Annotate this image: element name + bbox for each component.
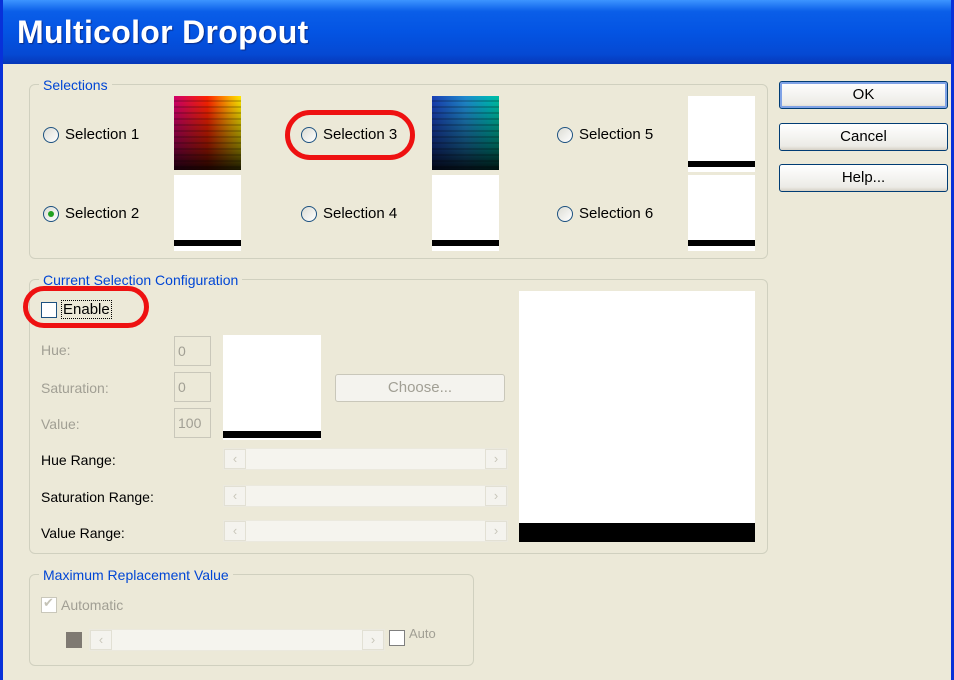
radio-indicator bbox=[301, 126, 317, 143]
enable-label: Enable bbox=[61, 300, 112, 319]
selection-6-radio[interactable]: Selection 6 bbox=[557, 205, 653, 222]
auto-label: Auto bbox=[409, 626, 436, 641]
hue-range-label: Hue Range: bbox=[41, 452, 116, 468]
current-selection-group-label: Current Selection Configuration bbox=[39, 272, 243, 288]
dialog-window: Multicolor Dropout OK Cancel Help... Sel… bbox=[0, 0, 954, 680]
radio-indicator bbox=[43, 126, 59, 143]
help-button[interactable]: Help... bbox=[779, 164, 948, 192]
selection-5-swatch bbox=[688, 96, 755, 172]
left-arrow-icon[interactable]: ‹ bbox=[224, 449, 246, 469]
auto-checkbox[interactable]: Auto bbox=[389, 626, 436, 646]
left-arrow-icon[interactable]: ‹ bbox=[224, 486, 246, 506]
ok-button[interactable]: OK bbox=[779, 81, 948, 109]
automatic-checkbox[interactable]: ✔ Automatic bbox=[41, 595, 124, 613]
hue-range-scrollbar[interactable]: ‹ › bbox=[223, 448, 508, 470]
selection-3-label: Selection 3 bbox=[323, 126, 398, 143]
range-preview bbox=[519, 291, 755, 542]
max-replacement-group bbox=[29, 574, 474, 666]
cancel-button[interactable]: Cancel bbox=[779, 123, 948, 151]
saturation-field[interactable]: 0 bbox=[174, 372, 211, 402]
selection-4-swatch bbox=[432, 175, 499, 251]
max-replacement-group-label: Maximum Replacement Value bbox=[39, 567, 233, 583]
value-field[interactable]: 100 bbox=[174, 408, 211, 438]
selection-4-label: Selection 4 bbox=[323, 205, 398, 222]
replacement-color-swatch bbox=[66, 632, 82, 648]
selection-3-radio[interactable]: Selection 3 bbox=[301, 126, 397, 143]
replacement-value-scrollbar[interactable]: ‹ › bbox=[89, 629, 385, 651]
right-arrow-icon[interactable]: › bbox=[362, 630, 384, 650]
hue-field[interactable]: 0 bbox=[174, 336, 211, 366]
selection-5-radio[interactable]: Selection 5 bbox=[557, 126, 653, 143]
saturation-range-scrollbar[interactable]: ‹ › bbox=[223, 485, 508, 507]
radio-indicator bbox=[43, 205, 59, 222]
selection-1-label: Selection 1 bbox=[65, 126, 140, 143]
selections-group bbox=[29, 84, 768, 259]
value-range-scrollbar[interactable]: ‹ › bbox=[223, 520, 508, 542]
selection-6-swatch bbox=[688, 175, 755, 251]
value-label: Value: bbox=[41, 416, 80, 432]
hue-label: Hue: bbox=[41, 342, 71, 358]
radio-indicator bbox=[557, 126, 573, 143]
selection-2-radio[interactable]: Selection 2 bbox=[43, 205, 139, 222]
selection-2-label: Selection 2 bbox=[65, 205, 140, 222]
enable-checkbox[interactable]: Enable bbox=[41, 300, 112, 319]
selections-group-label: Selections bbox=[39, 77, 112, 93]
auto-checkbox-box bbox=[389, 630, 405, 646]
selection-1-radio[interactable]: Selection 1 bbox=[43, 126, 139, 143]
window-title: Multicolor Dropout bbox=[3, 0, 951, 64]
automatic-label: Automatic bbox=[61, 597, 124, 613]
selection-2-swatch bbox=[174, 175, 241, 251]
radio-indicator bbox=[301, 205, 317, 222]
radio-indicator bbox=[557, 205, 573, 222]
enable-checkbox-box bbox=[41, 301, 57, 318]
selection-6-label: Selection 6 bbox=[579, 205, 654, 222]
saturation-label: Saturation: bbox=[41, 380, 109, 396]
right-arrow-icon[interactable]: › bbox=[485, 486, 507, 506]
right-arrow-icon[interactable]: › bbox=[485, 449, 507, 469]
left-arrow-icon[interactable]: ‹ bbox=[90, 630, 112, 650]
choose-button[interactable]: Choose... bbox=[335, 374, 505, 402]
selection-3-swatch bbox=[432, 96, 499, 170]
selection-4-radio[interactable]: Selection 4 bbox=[301, 205, 397, 222]
value-range-label: Value Range: bbox=[41, 525, 125, 541]
left-arrow-icon[interactable]: ‹ bbox=[224, 521, 246, 541]
right-arrow-icon[interactable]: › bbox=[485, 521, 507, 541]
selection-1-swatch bbox=[174, 96, 241, 170]
automatic-checkbox-box: ✔ bbox=[41, 595, 57, 613]
selection-5-label: Selection 5 bbox=[579, 126, 654, 143]
saturation-range-label: Saturation Range: bbox=[41, 489, 154, 505]
current-color-preview bbox=[223, 335, 321, 440]
